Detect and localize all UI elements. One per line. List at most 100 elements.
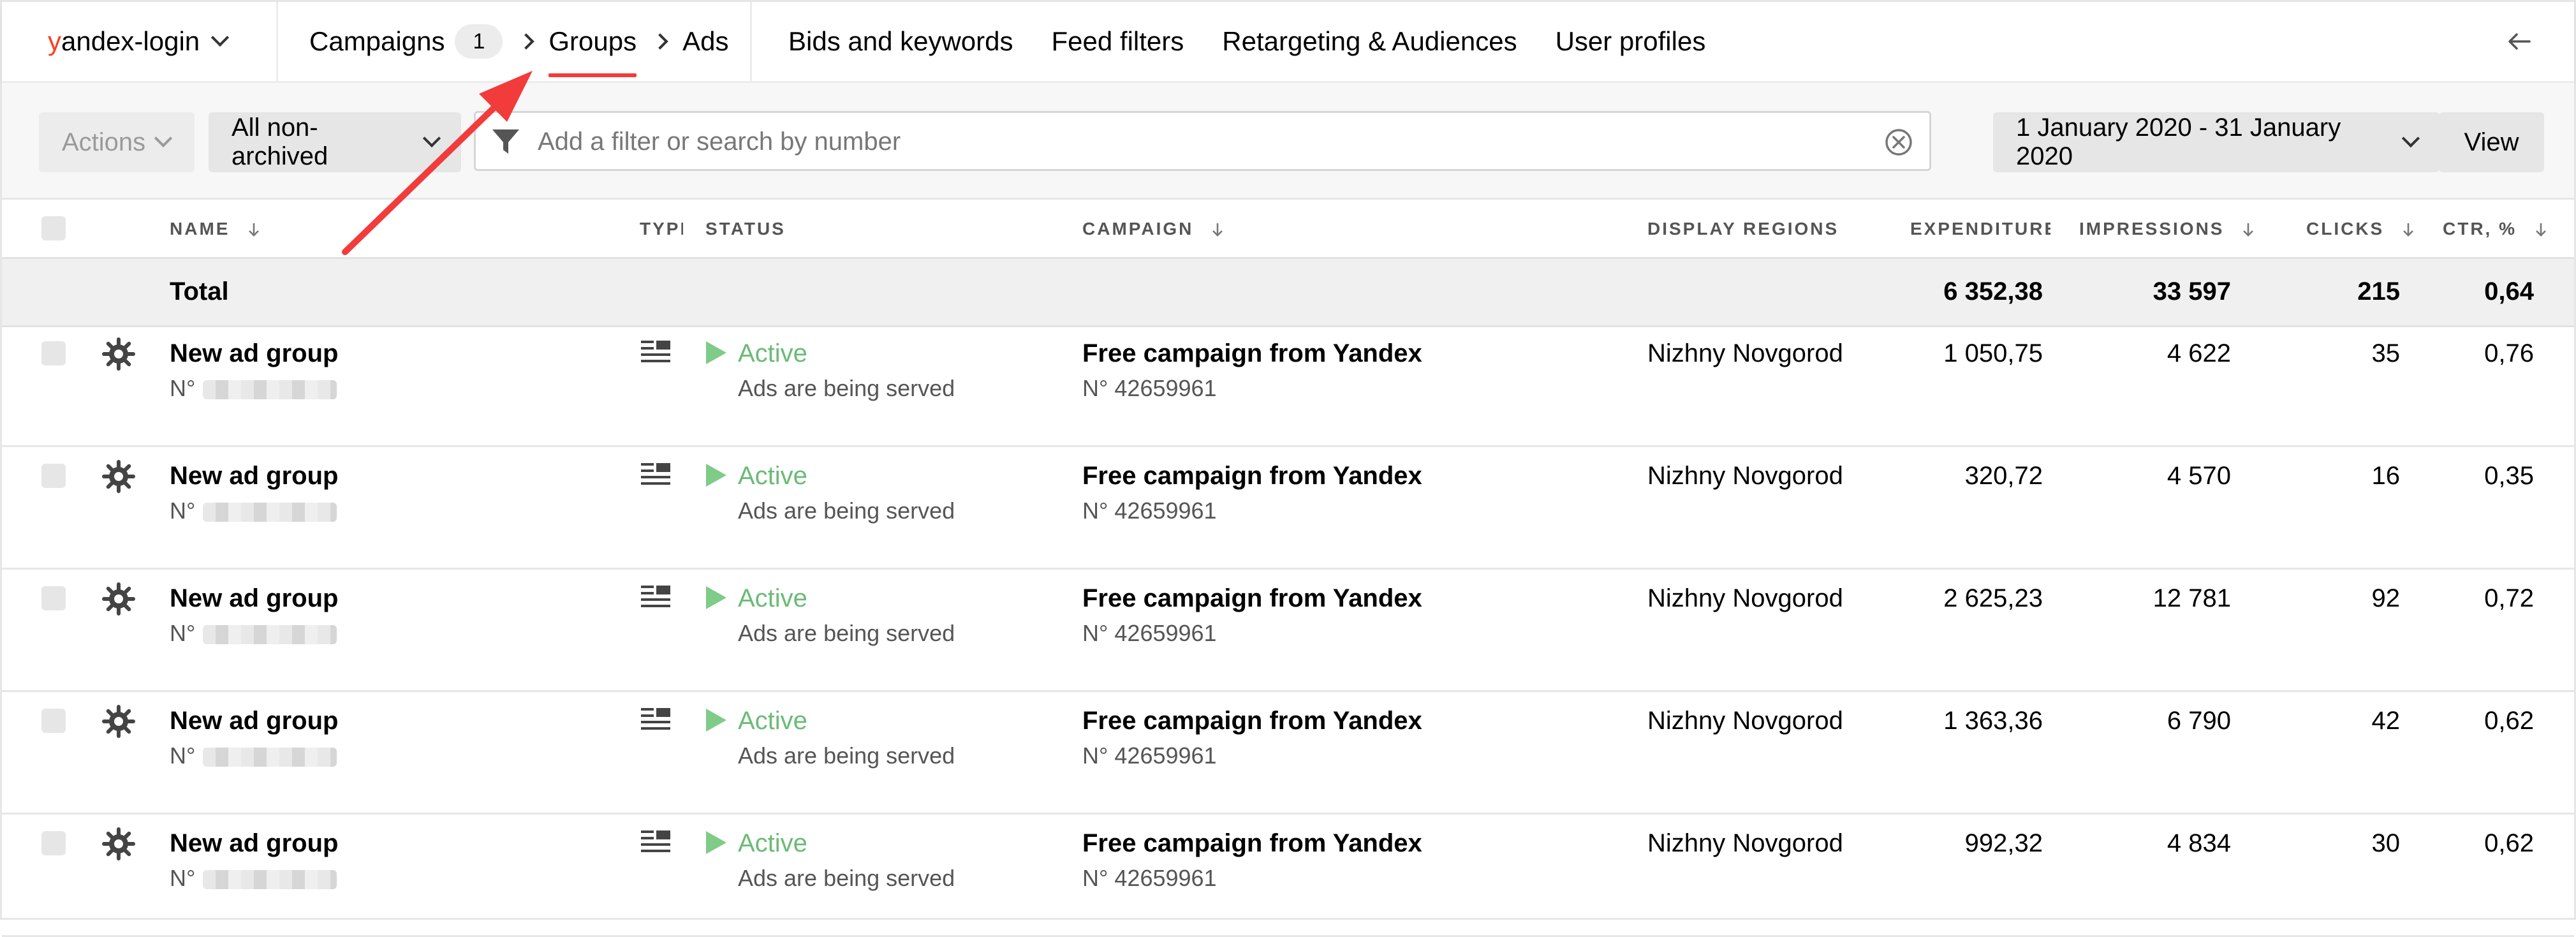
- play-icon: [706, 831, 726, 854]
- column-header-ctr[interactable]: CTR, %: [2443, 219, 2548, 239]
- total-impressions: 33 597: [2153, 277, 2231, 306]
- column-header-impressions[interactable]: IMPRESSIONS: [2079, 219, 2255, 239]
- play-icon: [706, 341, 726, 364]
- breadcrumb-campaigns[interactable]: Campaigns: [309, 24, 445, 59]
- display-region: Nizhny Novgorod: [1647, 829, 1843, 857]
- column-header-expenditure[interactable]: EXPENDITURE,: [1910, 219, 2050, 239]
- search-box: [474, 111, 1931, 171]
- app-window: y andex-login Campaigns 1 Groups Ads Bids…: [0, 0, 2576, 937]
- gear-icon[interactable]: [102, 705, 135, 738]
- row-checkbox[interactable]: [41, 464, 66, 488]
- redacted-id: [203, 625, 337, 645]
- row-checkbox[interactable]: [41, 586, 66, 610]
- text-ad-type-icon: [641, 708, 670, 730]
- status-note: Ads are being served: [738, 865, 955, 891]
- total-ctr: 0,64: [2484, 277, 2534, 306]
- play-icon: [706, 464, 726, 487]
- table-row: New ad group N° Active Ads are being served…: [2, 447, 2574, 570]
- campaign-id: N° 42659961: [1082, 375, 1217, 401]
- column-header-name[interactable]: NAME: [170, 219, 261, 239]
- group-id: N°: [170, 374, 337, 402]
- gear-icon[interactable]: [102, 827, 135, 860]
- campaign-name[interactable]: Free campaign from Yandex: [1082, 582, 1422, 614]
- back-arrow-icon[interactable]: [2506, 29, 2532, 54]
- status-note: Ads are being served: [738, 498, 955, 524]
- tab-user-profiles[interactable]: User profiles: [1556, 24, 1706, 59]
- search-input[interactable]: [536, 123, 1846, 160]
- table-header: NAME TYPE STATUS CAMPAIGN DISPLAY REGION…: [2, 200, 2574, 256]
- status-label: Active: [738, 462, 807, 490]
- chevron-down-icon: [154, 129, 173, 148]
- group-id: N°: [170, 742, 337, 770]
- gear-icon[interactable]: [102, 337, 135, 371]
- expenditure-value: 2 625,23: [1943, 584, 2043, 612]
- column-header-label: TYPE: [640, 219, 683, 239]
- group-name[interactable]: New ad group: [170, 337, 338, 369]
- filter-icon: [492, 129, 519, 154]
- gear-icon[interactable]: [102, 460, 135, 493]
- breadcrumb-groups[interactable]: Groups: [548, 24, 637, 77]
- column-header-label: STATUS: [705, 219, 786, 239]
- group-name[interactable]: New ad group: [170, 705, 338, 737]
- actions-button[interactable]: Actions: [39, 112, 195, 172]
- sort-arrow-icon: [1212, 223, 1223, 237]
- campaign-name[interactable]: Free campaign from Yandex: [1082, 827, 1422, 859]
- text-ad-type-icon: [641, 341, 670, 362]
- ctr-value: 0,62: [2484, 707, 2534, 735]
- login-prefix: y: [48, 26, 61, 56]
- ctr-value: 0,76: [2484, 339, 2534, 367]
- status-note: Ads are being served: [738, 375, 955, 401]
- column-header-label: DISPLAY REGIONS: [1647, 219, 1839, 239]
- group-id-prefix: N°: [170, 865, 196, 891]
- status-label: Active: [738, 584, 807, 612]
- view-button[interactable]: View: [2439, 112, 2544, 172]
- tab-bids-and-keywords[interactable]: Bids and keywords: [788, 24, 1013, 59]
- column-header-type[interactable]: TYPE: [640, 219, 683, 239]
- group-id: N°: [170, 497, 337, 525]
- campaigns-count-badge: 1: [455, 24, 503, 59]
- column-header-clicks[interactable]: CLICKS: [2306, 219, 2415, 239]
- group-id-prefix: N°: [170, 375, 196, 401]
- row-checkbox[interactable]: [41, 831, 66, 855]
- campaign-id: N° 42659961: [1082, 742, 1217, 769]
- tab-feed-filters[interactable]: Feed filters: [1052, 24, 1184, 59]
- row-checkbox[interactable]: [41, 709, 66, 733]
- status-label: Active: [738, 707, 807, 735]
- column-header-status[interactable]: STATUS: [705, 219, 786, 239]
- nav-divider: [750, 2, 752, 81]
- group-id-prefix: N°: [170, 498, 196, 524]
- table-row: New ad group N° Active Ads are being served…: [2, 692, 2574, 815]
- campaign-name[interactable]: Free campaign from Yandex: [1082, 705, 1422, 737]
- group-name[interactable]: New ad group: [170, 827, 338, 859]
- impressions-value: 4 570: [2167, 462, 2231, 490]
- chevron-down-icon: [2401, 129, 2420, 147]
- nav-divider: [276, 2, 278, 81]
- display-region: Nizhny Novgorod: [1647, 584, 1843, 612]
- column-header-campaign[interactable]: CAMPAIGN: [1082, 219, 1225, 239]
- account-switcher[interactable]: y andex-login: [48, 24, 230, 59]
- archive-filter-select[interactable]: All non-archived: [209, 112, 461, 172]
- column-header-label: IMPRESSIONS: [2079, 219, 2225, 239]
- column-header-regions[interactable]: DISPLAY REGIONS: [1647, 219, 1839, 239]
- column-header-label: NAME: [170, 219, 230, 239]
- gear-icon[interactable]: [102, 582, 135, 616]
- date-range-select[interactable]: 1 January 2020 - 31 January 2020: [1993, 112, 2440, 172]
- tab-retargeting-audiences[interactable]: Retargeting & Audiences: [1222, 24, 1517, 59]
- clear-icon[interactable]: [1885, 128, 1913, 156]
- select-all-checkbox[interactable]: [41, 216, 66, 240]
- actions-label: Actions: [62, 128, 146, 156]
- campaign-id: N° 42659961: [1082, 620, 1217, 646]
- ctr-value: 0,62: [2484, 829, 2534, 857]
- breadcrumb-ads[interactable]: Ads: [682, 24, 728, 59]
- expenditure-value: 1 050,75: [1943, 339, 2043, 367]
- top-navigation: y andex-login Campaigns 1 Groups Ads Bids…: [2, 2, 2574, 83]
- group-name[interactable]: New ad group: [170, 582, 338, 614]
- campaign-name[interactable]: Free campaign from Yandex: [1082, 460, 1422, 492]
- text-ad-type-icon: [641, 830, 670, 852]
- section-tabs: Bids and keywords Feed filters Retargeti…: [788, 24, 1705, 59]
- campaign-name[interactable]: Free campaign from Yandex: [1082, 337, 1422, 369]
- display-region: Nizhny Novgorod: [1647, 462, 1843, 490]
- group-name[interactable]: New ad group: [170, 460, 338, 492]
- impressions-value: 4 622: [2167, 339, 2231, 367]
- row-checkbox[interactable]: [41, 341, 66, 365]
